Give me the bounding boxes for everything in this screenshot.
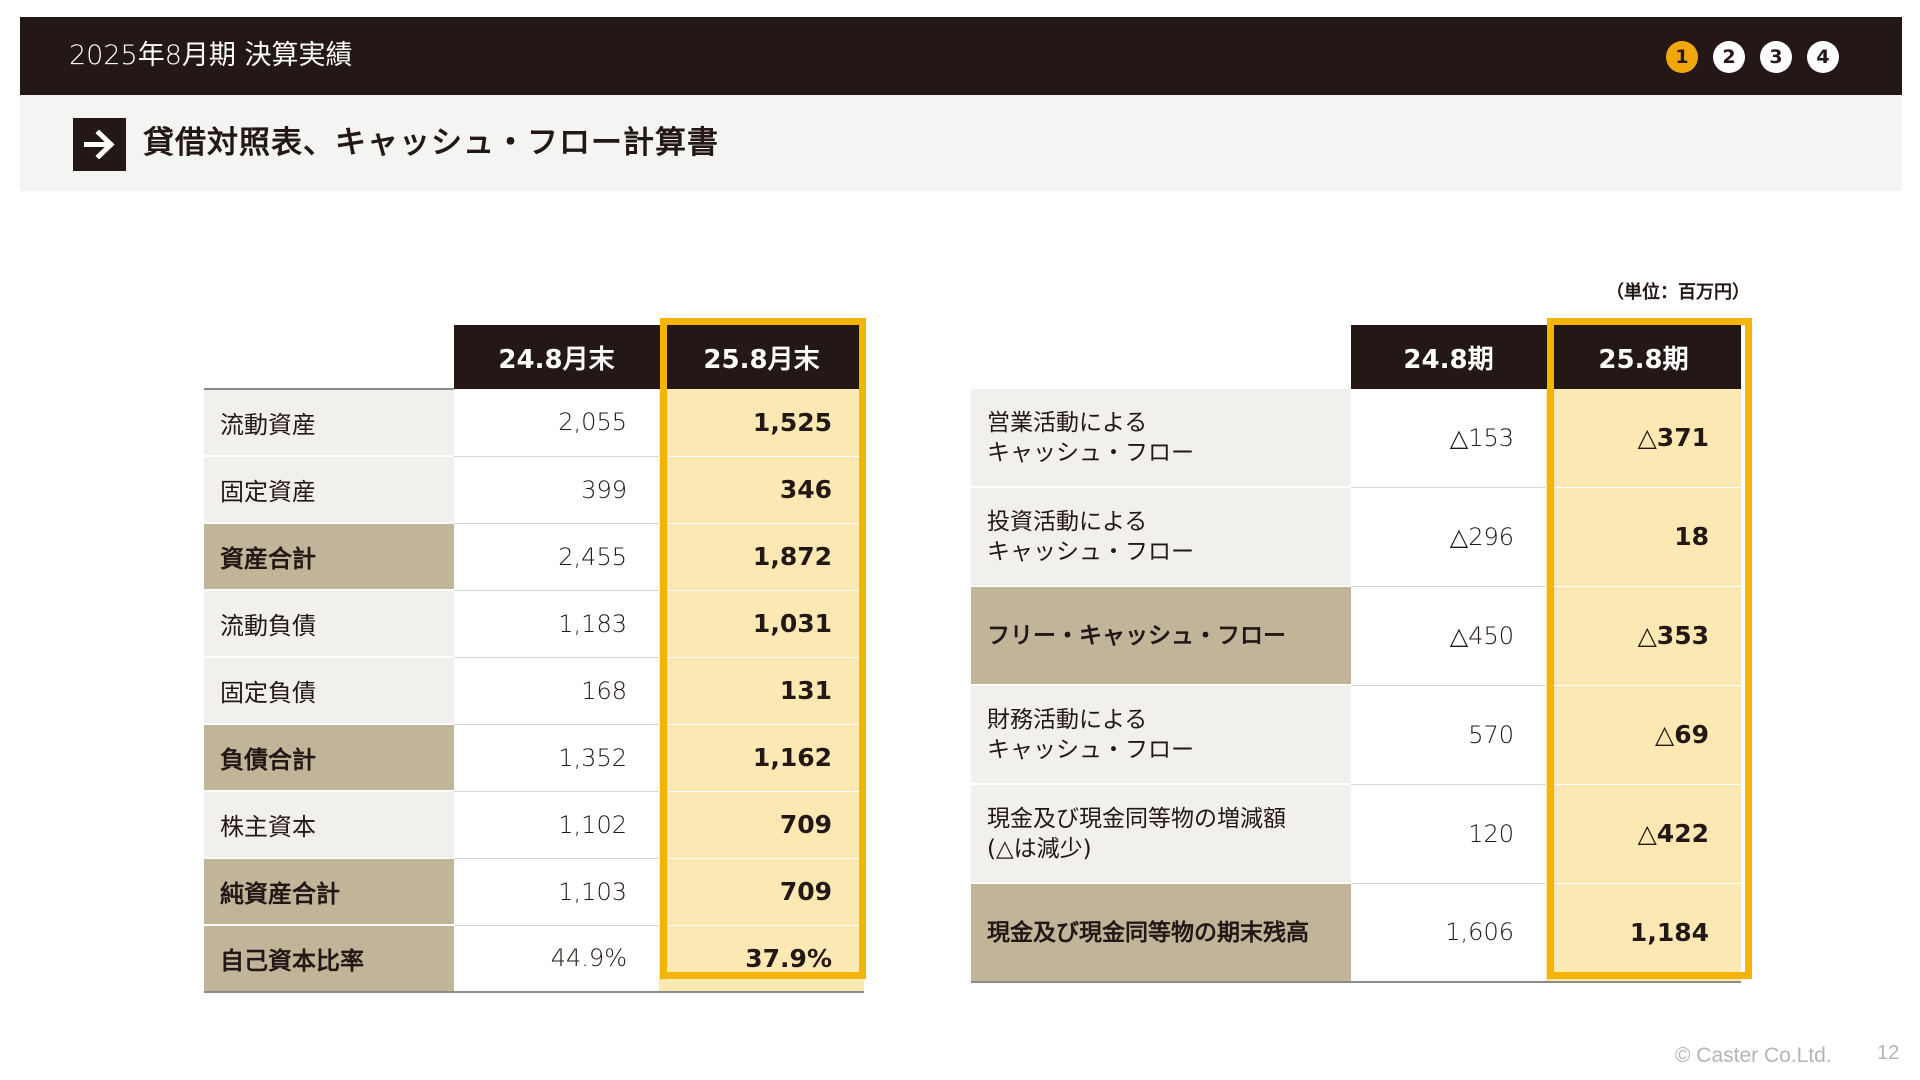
- section-header: 貸借対照表、キャッシュ・フロー計算書: [20, 95, 1902, 191]
- row-label: 自己資本比率: [204, 924, 454, 993]
- header-bar: 2025年8月期 決算実績 1 2 3 4: [20, 17, 1902, 95]
- value-prior: 44.9%: [454, 925, 659, 993]
- row-label: 固定資産: [204, 455, 454, 524]
- row-label: 流動負債: [204, 589, 454, 658]
- row-label: 投資活動によるキャッシュ・フロー: [971, 487, 1351, 587]
- table-row: 固定負債 168 131: [204, 656, 864, 725]
- value-current: 1,162: [659, 724, 864, 792]
- row-label: 営業活動によるキャッシュ・フロー: [971, 389, 1351, 488]
- value-current: 709: [659, 791, 864, 859]
- row-label: 株主資本: [204, 790, 454, 859]
- row-label-line-1: 財務活動による: [987, 706, 1148, 733]
- step-1-badge[interactable]: 1: [1666, 41, 1698, 73]
- column-header: 24.8月末: [454, 325, 659, 389]
- blank-header-cell: [204, 325, 454, 389]
- row-label: 現金及び現金同等物の増減額 (△は減少): [971, 784, 1351, 884]
- value-prior: 1,102: [454, 791, 659, 859]
- step-3-badge[interactable]: 3: [1760, 41, 1792, 73]
- value-current: 1,872: [659, 523, 864, 591]
- row-label: 純資産合計: [204, 857, 454, 926]
- step-2-badge[interactable]: 2: [1713, 41, 1745, 73]
- value-current: △69: [1546, 685, 1741, 785]
- value-current: 18: [1546, 487, 1741, 587]
- value-prior: 570: [1351, 685, 1546, 785]
- value-prior: △296: [1351, 487, 1546, 587]
- value-current: △422: [1546, 784, 1741, 884]
- row-label-line-1: 現金及び現金同等物の増減額: [987, 805, 1286, 832]
- value-current: 1,525: [659, 389, 864, 457]
- row-label: 負債合計: [204, 723, 454, 792]
- cash-flow-table: 24.8期 25.8期 営業活動による キャッシュ・フロー △153 △371 投資活動…: [971, 325, 1741, 983]
- table-row: 資産合計 2,455 1,872: [204, 522, 864, 591]
- value-prior: 1,103: [454, 858, 659, 926]
- value-prior: △153: [1351, 389, 1546, 488]
- row-label: 流動資産: [204, 388, 454, 457]
- value-current: 1,184: [1546, 883, 1741, 983]
- value-current: 131: [659, 657, 864, 725]
- table-row: 流動負債 1,183 1,031: [204, 589, 864, 658]
- section-title: 貸借対照表、キャッシュ・フロー計算書: [143, 125, 719, 161]
- value-prior: 1,352: [454, 724, 659, 792]
- value-current: △371: [1546, 389, 1741, 488]
- table-row: 純資産合計 1,103 709: [204, 857, 864, 926]
- row-label-line-1: フリー・キャッシュ・フロー: [987, 622, 1286, 649]
- value-current: 1,031: [659, 590, 864, 658]
- table-row: フリー・キャッシュ・フロー △450 △353: [971, 586, 1741, 686]
- table-row: 現金及び現金同等物の増減額 (△は減少) 120 △422: [971, 784, 1741, 884]
- arrow-right-icon: [73, 118, 126, 171]
- value-current: △353: [1546, 586, 1741, 686]
- table-row: 財務活動による キャッシュ・フロー 570 △69: [971, 685, 1741, 785]
- step-indicator: 1 2 3 4: [1666, 41, 1839, 73]
- value-prior: 2,455: [454, 523, 659, 591]
- table-row: 負債合計 1,352 1,162: [204, 723, 864, 792]
- deck-title: 2025年8月期 決算実績: [69, 40, 353, 71]
- table-row: 株主資本 1,102 709: [204, 790, 864, 859]
- table-row: 投資活動による キャッシュ・フロー △296 18: [971, 487, 1741, 587]
- value-prior: 2,055: [454, 389, 659, 457]
- value-prior: 120: [1351, 784, 1546, 884]
- value-current: 346: [659, 456, 864, 524]
- value-prior: 399: [454, 456, 659, 524]
- table-row: 営業活動による キャッシュ・フロー △153 △371: [971, 389, 1741, 488]
- column-header: 25.8期: [1546, 325, 1741, 389]
- row-label: フリー・キャッシュ・フロー: [971, 586, 1351, 686]
- table-row: 流動資産 2,055 1,525: [204, 388, 864, 457]
- row-label-line-2: キャッシュ・フロー: [987, 439, 1194, 466]
- row-label-line-2: (△は減少): [987, 835, 1092, 862]
- row-label-line-1: 営業活動による: [987, 409, 1148, 436]
- row-label: 資産合計: [204, 522, 454, 591]
- copyright: © Caster Co.Ltd.: [1675, 1044, 1832, 1067]
- balance-sheet-table: 24.8月末 25.8月末 流動資産 2,055 1,525 固定資産 399 346 資産…: [204, 325, 864, 993]
- column-header: 24.8期: [1351, 325, 1546, 389]
- value-prior: 168: [454, 657, 659, 725]
- row-label-line-2: キャッシュ・フロー: [987, 736, 1194, 763]
- page-number: 12: [1877, 1042, 1900, 1064]
- row-label-line-1: 投資活動による: [987, 508, 1148, 535]
- step-4-badge[interactable]: 4: [1807, 41, 1839, 73]
- value-current: 37.9%: [659, 925, 864, 993]
- row-label: 固定負債: [204, 656, 454, 725]
- value-current: 709: [659, 858, 864, 926]
- column-header: 25.8月末: [659, 325, 864, 389]
- row-label: 現金及び現金同等物の期末残高: [971, 883, 1351, 983]
- row-label-line-2: キャッシュ・フロー: [987, 538, 1194, 565]
- row-label: 財務活動によるキャッシュ・フロー: [971, 685, 1351, 785]
- unit-label: （単位：百万円）: [1606, 282, 1750, 303]
- row-label-line-1: 現金及び現金同等物の期末残高: [987, 919, 1309, 946]
- table-row: 自己資本比率 44.9% 37.9%: [204, 924, 864, 993]
- table-row: 現金及び現金同等物の期末残高 1,606 1,184: [971, 883, 1741, 983]
- blank-header-cell: [971, 325, 1351, 389]
- value-prior: 1,183: [454, 590, 659, 658]
- table-row: 固定資産 399 346: [204, 455, 864, 524]
- value-prior: △450: [1351, 586, 1546, 686]
- value-prior: 1,606: [1351, 883, 1546, 983]
